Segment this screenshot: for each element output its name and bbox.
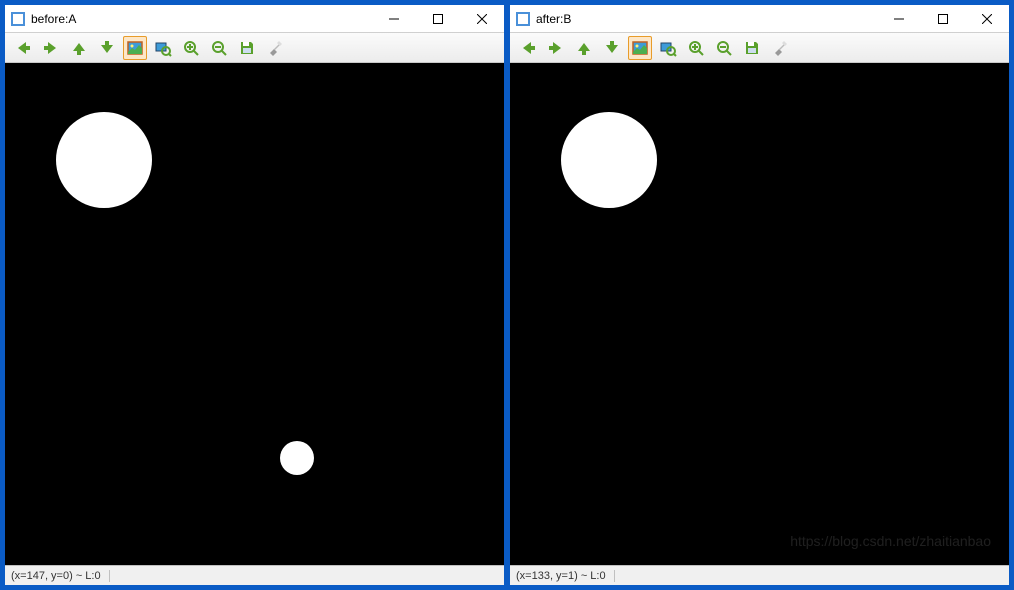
minimize-button[interactable] — [877, 5, 921, 32]
arrow-up-icon[interactable] — [572, 36, 596, 60]
zoom-fit-icon[interactable] — [151, 36, 175, 60]
canvas-a[interactable] — [5, 63, 504, 565]
save-icon[interactable] — [740, 36, 764, 60]
zoom-out-icon[interactable] — [207, 36, 231, 60]
window-a: before:A (x=147, y=0) ~ L:0 — [4, 4, 505, 586]
zoom-out-icon[interactable] — [712, 36, 736, 60]
titlebar-b[interactable]: after:B — [510, 5, 1009, 33]
zoom-in-icon[interactable] — [684, 36, 708, 60]
flashlight-icon[interactable] — [263, 36, 287, 60]
canvas-b[interactable]: https://blog.csdn.net/zhaitianbao — [510, 63, 1009, 565]
arrow-left-icon[interactable] — [516, 36, 540, 60]
arrow-down-icon[interactable] — [95, 36, 119, 60]
titlebar-a[interactable]: before:A — [5, 5, 504, 33]
image-icon[interactable] — [123, 36, 147, 60]
image-icon[interactable] — [628, 36, 652, 60]
window-controls — [877, 5, 1009, 32]
flashlight-icon[interactable] — [768, 36, 792, 60]
watermark: https://blog.csdn.net/zhaitianbao — [790, 533, 991, 549]
statusbar-b: (x=133, y=1) ~ L:0 — [510, 565, 1009, 585]
arrow-right-icon[interactable] — [39, 36, 63, 60]
blob-small — [280, 441, 314, 475]
maximize-button[interactable] — [921, 5, 965, 32]
minimize-button[interactable] — [372, 5, 416, 32]
arrow-up-icon[interactable] — [67, 36, 91, 60]
arrow-left-icon[interactable] — [11, 36, 35, 60]
arrow-down-icon[interactable] — [600, 36, 624, 60]
toolbar-a — [5, 33, 504, 63]
app-icon — [516, 12, 530, 26]
blob-large — [561, 112, 657, 208]
close-button[interactable] — [965, 5, 1009, 32]
window-title: after:B — [536, 12, 877, 26]
save-icon[interactable] — [235, 36, 259, 60]
statusbar-a: (x=147, y=0) ~ L:0 — [5, 565, 504, 585]
arrow-right-icon[interactable] — [544, 36, 568, 60]
blob-large — [56, 112, 152, 208]
status-coords: (x=147, y=0) ~ L:0 — [11, 570, 110, 582]
maximize-button[interactable] — [416, 5, 460, 32]
zoom-fit-icon[interactable] — [656, 36, 680, 60]
zoom-in-icon[interactable] — [179, 36, 203, 60]
status-coords: (x=133, y=1) ~ L:0 — [516, 570, 615, 582]
toolbar-b — [510, 33, 1009, 63]
window-title: before:A — [31, 12, 372, 26]
window-b: after:B https://blog.csdn.net/zhaitianba… — [509, 4, 1010, 586]
app-icon — [11, 12, 25, 26]
close-button[interactable] — [460, 5, 504, 32]
window-controls — [372, 5, 504, 32]
